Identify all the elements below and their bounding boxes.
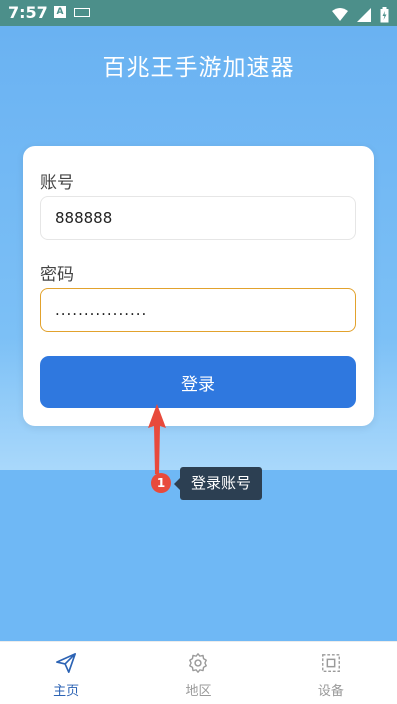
gear-icon bbox=[189, 653, 208, 673]
device-icon bbox=[321, 654, 340, 672]
battery-icon bbox=[380, 6, 389, 22]
annotation-arrow-icon bbox=[148, 404, 166, 474]
send-icon bbox=[56, 653, 77, 673]
wifi-icon bbox=[331, 7, 348, 21]
nav-item-region[interactable]: 地区 bbox=[132, 642, 264, 704]
password-label: 密码 bbox=[40, 265, 74, 285]
app-title: 百兆王手游加速器 bbox=[102, 55, 295, 81]
status-icons bbox=[328, 4, 389, 22]
status-time: 7:57 bbox=[8, 3, 48, 22]
keyboard-icon bbox=[74, 8, 90, 17]
bottom-nav: 主页 地区 设备 bbox=[0, 641, 397, 704]
annotation-tooltip: 登录账号 bbox=[174, 467, 262, 500]
status-bar: 7:57 A bbox=[0, 0, 397, 26]
nav-label-home: 主页 bbox=[53, 684, 80, 699]
annotation-step-badge: 1 bbox=[151, 473, 171, 493]
password-input[interactable] bbox=[40, 288, 356, 332]
nav-label-device: 设备 bbox=[317, 684, 344, 699]
login-button[interactable]: 登录 bbox=[40, 356, 356, 408]
signal-icon bbox=[356, 7, 371, 22]
nav-label-region: 地区 bbox=[185, 684, 212, 699]
account-input[interactable] bbox=[40, 196, 356, 240]
login-card: 账号 密码 登录 bbox=[23, 146, 374, 426]
nav-item-home[interactable]: 主页 bbox=[0, 642, 132, 704]
nav-item-device[interactable]: 设备 bbox=[265, 642, 397, 704]
notification-a-icon: A bbox=[54, 6, 66, 18]
account-label: 账号 bbox=[40, 173, 74, 193]
